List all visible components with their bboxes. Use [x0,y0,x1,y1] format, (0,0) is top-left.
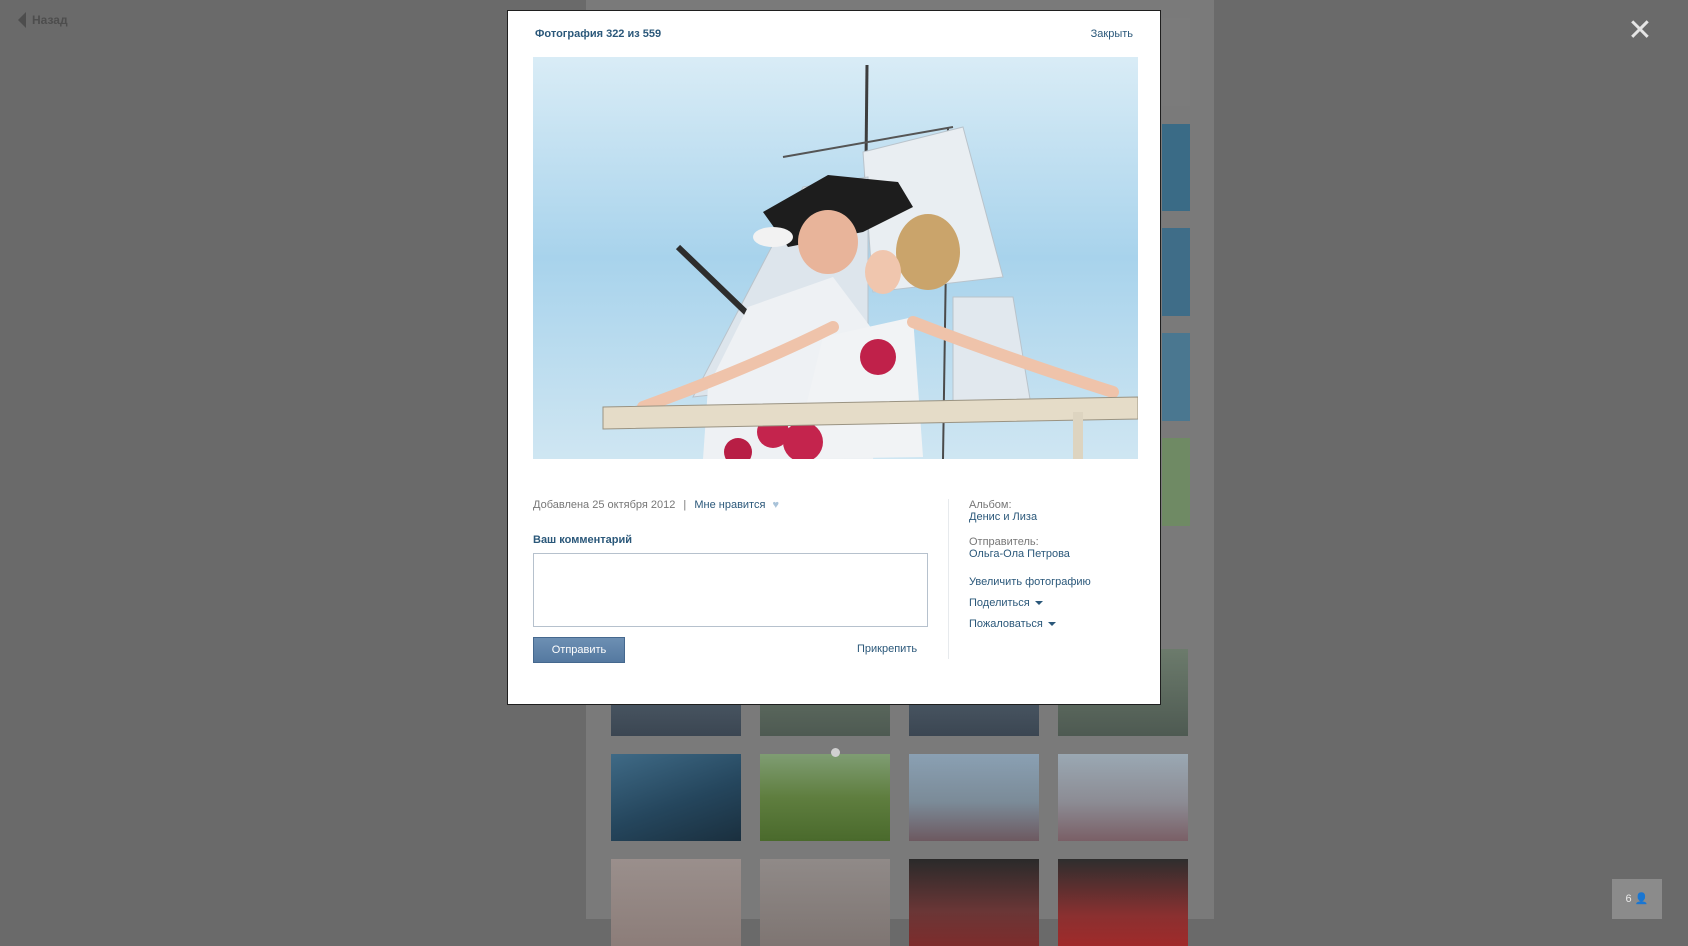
enlarge-photo-link[interactable]: Увеличить фотографию [969,576,1149,588]
photo-image [533,57,1138,459]
online-count: 6 [1625,893,1632,905]
share-link[interactable]: Поделиться [969,597,1030,609]
background-thumbnail [760,754,890,841]
attach-link[interactable]: Прикрепить [857,643,917,655]
comment-textarea[interactable] [533,553,928,627]
arrow-left-icon [18,12,26,28]
background-thumbnail [760,859,890,946]
background-thumbnail [1162,438,1190,526]
background-thumbnail [1162,228,1190,316]
comment-actions: Отправить Прикрепить [533,637,928,663]
photo-info-right: Альбом: Денис и Лиза Отправитель: Ольга-… [969,499,1149,630]
back-link[interactable]: Назад [18,12,68,28]
send-button[interactable]: Отправить [533,637,625,663]
comment-title: Ваш комментарий [533,534,633,546]
like-link[interactable]: Мне нравится [694,499,765,511]
scroll-dot-indicator [831,748,840,757]
user-icon: 👤 [1634,893,1649,905]
caret-down-icon [1034,601,1043,606]
background-thumbnail [611,859,741,946]
photo-meta: Добавлена 25 октября 2012 | Мне нравится… [533,499,928,511]
background-thumbnail [1162,124,1190,211]
added-date: Добавлена 25 октября 2012 [533,499,676,511]
album-label: Альбом: [969,499,1012,511]
wedding-photo[interactable] [533,57,1138,459]
album-link[interactable]: Денис и Лиза [969,511,1149,523]
column-divider [948,499,949,659]
photo-counter-title: Фотография 322 из 559 [535,28,662,40]
close-icon[interactable]: ✕ [1627,16,1653,46]
report-link[interactable]: Пожаловаться [969,618,1043,630]
photo-viewer-modal: Фотография 322 из 559 Закрыть Добавлена … [507,10,1161,705]
background-thumbnail [1058,859,1188,946]
online-counter[interactable]: 6 👤 [1612,879,1662,919]
photo-info-left: Добавлена 25 октября 2012 | Мне нравится… [533,499,928,663]
background-thumbnail [1058,754,1188,841]
caret-down-icon [1047,622,1056,627]
heart-icon[interactable]: ♥ [773,499,780,511]
sender-link[interactable]: Ольга-Ола Петрова [969,548,1149,560]
sender-label: Отправитель: [969,536,1039,548]
share-dropdown[interactable]: Поделиться [969,597,1149,609]
back-link-label: Назад [32,13,68,27]
meta-separator: | [683,499,687,511]
background-thumbnail [909,859,1039,946]
close-link[interactable]: Закрыть [1091,28,1133,40]
background-thumbnail [909,754,1039,841]
background-thumbnail [611,754,741,841]
background-thumbnail [1162,333,1190,421]
background-thumbnail [1162,18,1190,106]
report-dropdown[interactable]: Пожаловаться [969,618,1149,630]
